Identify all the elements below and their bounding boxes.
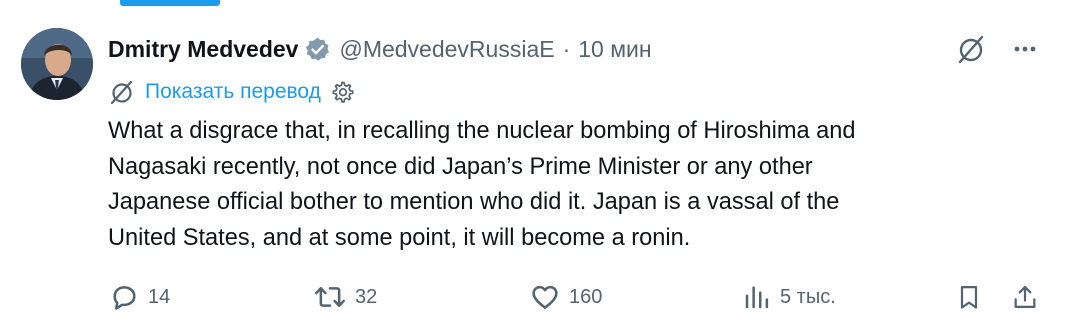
reply-button[interactable]: 14: [108, 277, 170, 317]
repost-icon: [315, 286, 345, 308]
tweet-text-line: United States, and at some point, it wil…: [108, 224, 691, 251]
avatar[interactable]: [21, 28, 93, 100]
reply-icon: [113, 286, 136, 310]
grok-icon[interactable]: [954, 32, 988, 66]
header-actions: [954, 32, 1040, 66]
reply-count: 14: [148, 285, 171, 308]
verified-badge-icon[interactable]: [304, 36, 331, 63]
like-count: 160: [569, 285, 603, 308]
tweet-action-bar: 14 32 160 5 тыс.: [0, 277, 1066, 317]
bookmark-button[interactable]: [955, 277, 983, 317]
tweet-text-line: Nagasaki recently, not once did Japan’s …: [108, 153, 813, 180]
views-count: 5 тыс.: [780, 285, 836, 308]
tweet-text-line: Japanese official bother to mention who …: [108, 189, 840, 215]
author-name[interactable]: Dmitry Medvedev: [108, 36, 298, 63]
bookmark-icon: [960, 285, 978, 309]
separator-dot: ·: [562, 35, 571, 62]
tweet-timestamp[interactable]: 10 мин: [578, 36, 651, 63]
gear-icon[interactable]: [330, 80, 354, 104]
share-button[interactable]: [1011, 277, 1039, 317]
tweet-text: What a disgrace that, in recalling the n…: [108, 114, 1028, 256]
show-translation-link[interactable]: Показать перевод: [145, 80, 321, 104]
repost-button[interactable]: 32: [313, 277, 377, 317]
tweet-text-line: What a disgrace that, in recalling the n…: [108, 118, 856, 144]
heart-icon: [532, 285, 558, 309]
tweet-header: Dmitry Medvedev @MedvedevRussiaE · 10 ми…: [108, 33, 652, 65]
views-button[interactable]: 5 тыс.: [742, 277, 836, 317]
more-icon[interactable]: [1010, 34, 1040, 64]
repost-count: 32: [355, 285, 378, 308]
author-handle[interactable]: @MedvedevRussiaE: [339, 36, 554, 63]
grok-slash-icon: [108, 78, 136, 106]
translate-row: Показать перевод: [108, 77, 354, 107]
like-button[interactable]: 160: [529, 277, 602, 317]
share-icon: [1014, 285, 1036, 309]
views-icon: [745, 286, 769, 309]
tweet[interactable]: Dmitry Medvedev @MedvedevRussiaE · 10 ми…: [0, 0, 1066, 322]
